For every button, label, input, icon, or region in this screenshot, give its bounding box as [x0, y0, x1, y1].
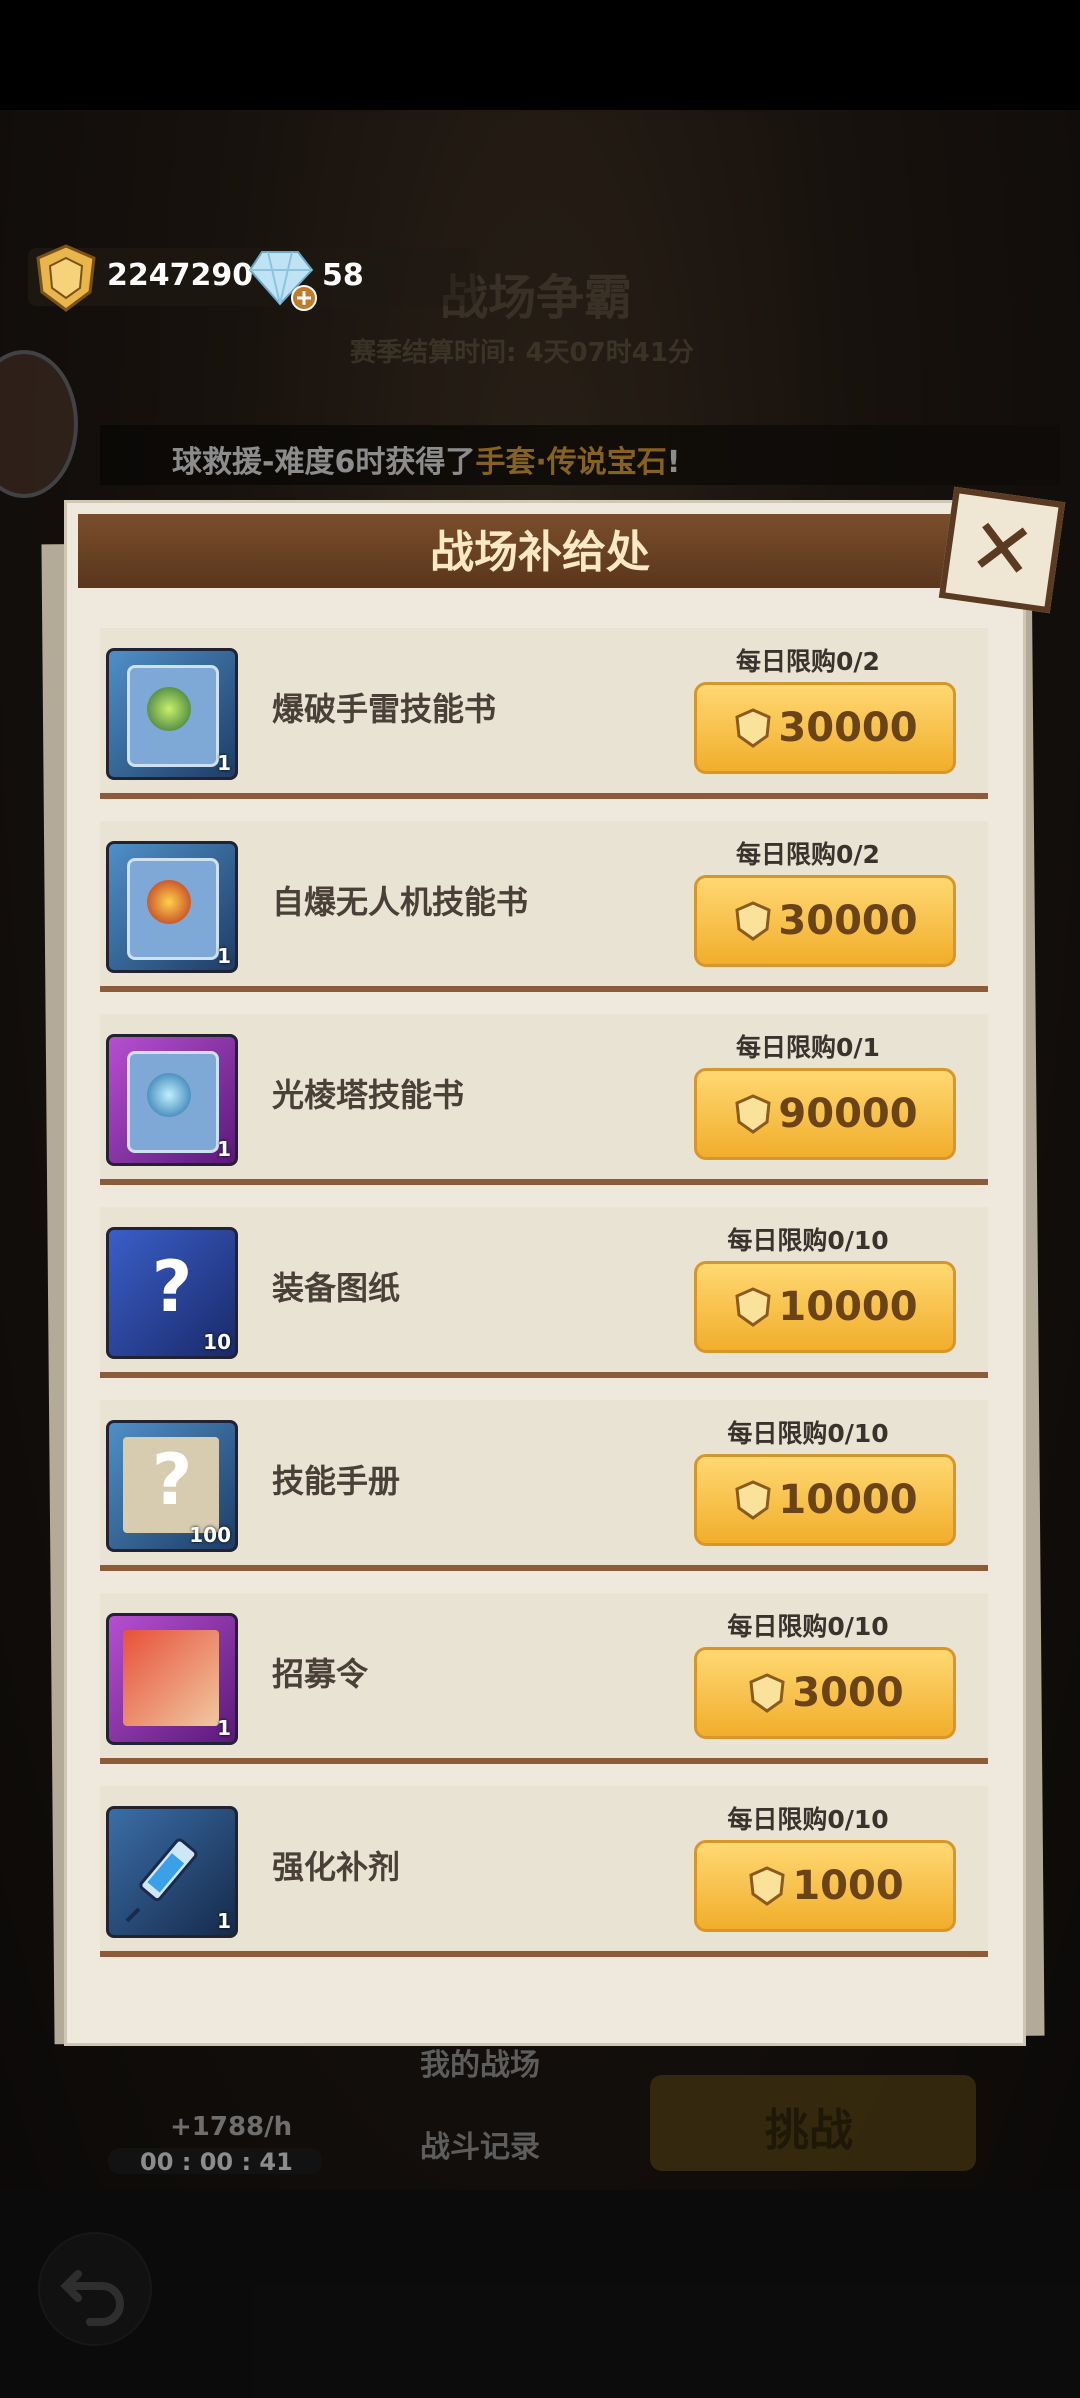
buy-button[interactable]: 10000: [694, 1454, 956, 1546]
daily-limit: 每日限购0/1: [736, 1033, 880, 1062]
arena-coin-icon: [735, 1480, 772, 1520]
item-name: 技能手册: [272, 1462, 401, 1500]
drone-skill-book-icon[interactable]: 1: [106, 841, 238, 973]
shop-item: ? 10 装备图纸 每日限购0/10 10000: [100, 1207, 988, 1372]
item-count: 1: [217, 751, 231, 775]
item-price: 90000: [778, 1091, 918, 1137]
item-name: 爆破手雷技能书: [272, 690, 497, 728]
arena-coin-icon: [735, 1287, 772, 1327]
item-price: 10000: [778, 1477, 918, 1523]
close-icon: ✕: [963, 500, 1041, 600]
coin-amount: 2247290: [107, 258, 254, 293]
enhancement-syringe-icon[interactable]: 1: [106, 1806, 238, 1938]
item-price: 1000: [792, 1863, 904, 1909]
item-name: 光棱塔技能书: [272, 1076, 465, 1114]
shop-item: 1 自爆无人机技能书 每日限购0/2 30000: [100, 821, 988, 986]
daily-limit: 每日限购0/10: [727, 1612, 889, 1641]
shop-item: 1 强化补剂 每日限购0/10 1000: [100, 1786, 988, 1951]
daily-limit: 每日限购0/10: [727, 1226, 889, 1255]
arena-coin-icon: [749, 1673, 785, 1713]
prism-tower-skill-book-icon[interactable]: 1: [106, 1034, 238, 1166]
buy-button[interactable]: 10000: [694, 1261, 956, 1353]
daily-limit: 每日限购0/2: [736, 840, 880, 869]
buy-button[interactable]: 30000: [694, 682, 956, 774]
arena-coin-icon: [735, 901, 772, 941]
arena-coin-icon: [36, 244, 96, 312]
skill-manual-icon[interactable]: ? 100: [106, 1420, 238, 1552]
item-price: 10000: [778, 1284, 918, 1330]
gem-amount: 58: [322, 258, 364, 293]
buy-button[interactable]: 90000: [694, 1068, 956, 1160]
daily-limit: 每日限购0/2: [736, 647, 880, 676]
item-name: 装备图纸: [272, 1269, 401, 1307]
item-count: 1: [217, 1909, 231, 1933]
item-price: 3000: [792, 1670, 904, 1716]
shop-item: 1 招募令 每日限购0/10 3000: [100, 1593, 988, 1758]
item-count: 1: [217, 1137, 231, 1161]
buy-button[interactable]: 3000: [694, 1647, 956, 1739]
shop-item-list: 1 爆破手雷技能书 每日限购0/2 30000 1 自爆无人机技能书 每日限购0…: [100, 628, 988, 1979]
item-name: 强化补剂: [272, 1848, 401, 1886]
item-count: 10: [203, 1330, 231, 1354]
item-name: 招募令: [272, 1655, 369, 1693]
arena-coin-icon: [749, 1866, 785, 1906]
grenade-skill-book-icon[interactable]: 1: [106, 648, 238, 780]
daily-limit: 每日限购0/10: [727, 1805, 889, 1834]
item-price: 30000: [778, 898, 918, 944]
item-name: 自爆无人机技能书: [272, 883, 529, 921]
shop-item: 1 光棱塔技能书 每日限购0/1 90000: [100, 1014, 988, 1179]
arena-coin-icon: [735, 708, 772, 748]
recruit-order-icon[interactable]: 1: [106, 1613, 238, 1745]
item-count: 1: [217, 944, 231, 968]
item-count: 100: [189, 1523, 231, 1547]
shop-item: ? 100 技能手册 每日限购0/10 10000: [100, 1400, 988, 1565]
buy-button[interactable]: 1000: [694, 1840, 956, 1932]
daily-limit: 每日限购0/10: [727, 1419, 889, 1448]
buy-button[interactable]: 30000: [694, 875, 956, 967]
diamond-icon[interactable]: [248, 244, 320, 312]
panel-title: 战场补给处: [430, 527, 650, 578]
arena-coin-icon: [735, 1094, 772, 1134]
close-button[interactable]: ✕: [938, 486, 1066, 614]
item-price: 30000: [778, 705, 918, 751]
equipment-blueprint-icon[interactable]: ? 10: [106, 1227, 238, 1359]
item-count: 1: [217, 1716, 231, 1740]
shop-item: 1 爆破手雷技能书 每日限购0/2 30000: [100, 628, 988, 793]
